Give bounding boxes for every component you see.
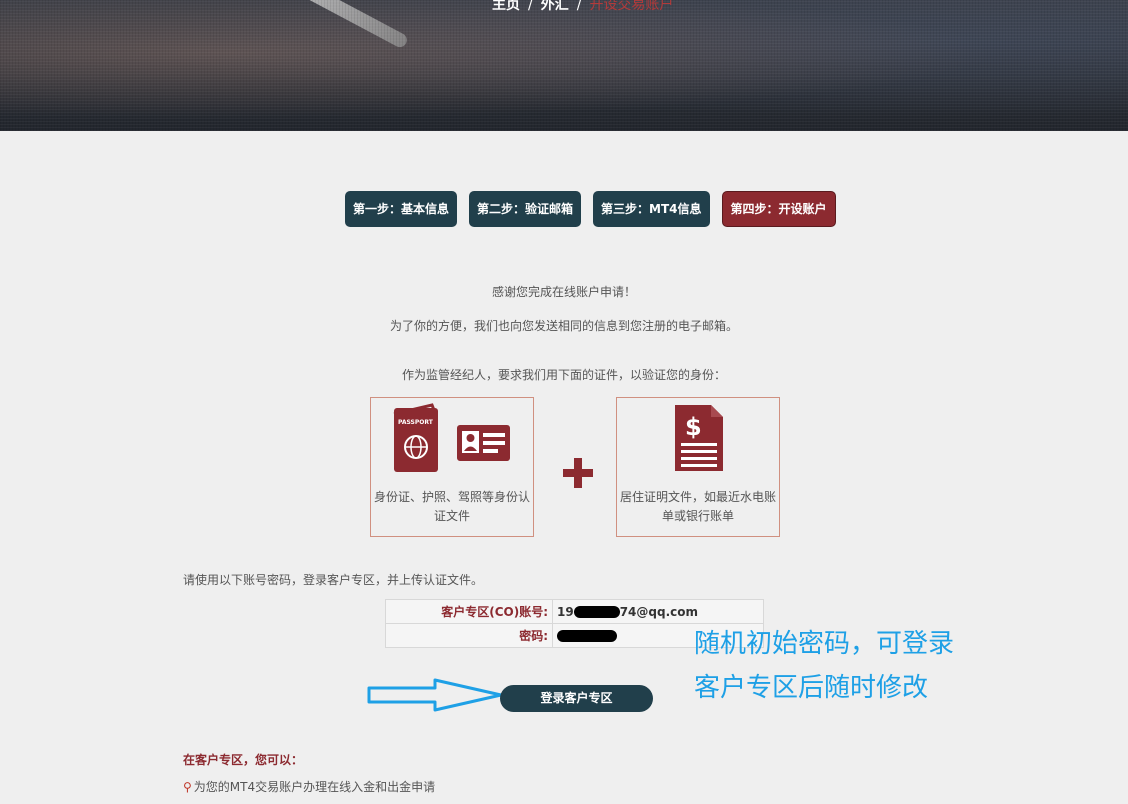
breadcrumb-home[interactable]: 主页 bbox=[492, 0, 520, 13]
thanks-message: 感谢您完成在线账户申请！ bbox=[491, 285, 636, 299]
redaction-mark bbox=[557, 630, 617, 642]
email-notice: 为了你的方便，我们也向您发送相同的信息到您注册的电子邮箱。 bbox=[389, 319, 738, 333]
map-pin-icon: ⚲ bbox=[183, 780, 192, 794]
step-4-active: 第四步：开设账户 bbox=[721, 191, 836, 227]
login-client-area-button[interactable]: 登录客户专区 bbox=[500, 685, 653, 712]
annotation-line-2: 客户专区后随时修改 bbox=[694, 673, 929, 703]
hero-pen-image bbox=[296, 0, 410, 50]
redaction-mark bbox=[573, 606, 620, 618]
breadcrumb-forex[interactable]: 外汇 bbox=[541, 0, 569, 13]
breadcrumb: 主页 / 外汇 / 开设交易账户 bbox=[492, 0, 673, 14]
identity-docs-caption: 身份证、护照、驾照等身份认证文件 bbox=[373, 490, 530, 523]
step-1: 第一步：基本信息 bbox=[345, 191, 458, 227]
hero-banner bbox=[0, 0, 1128, 131]
breadcrumb-current: 开设交易账户 bbox=[589, 0, 674, 13]
step-indicator: 第一步：基本信息 第二步：验证邮箱 第三步：MT4信息 第四步：开设账户 bbox=[345, 191, 836, 227]
account-prefix: 19 bbox=[557, 604, 574, 619]
id-requirement: 作为监管经纪人，要求我们用下面的证件，以验证您的身份： bbox=[401, 368, 726, 382]
address-docs-caption: 居住证明文件，如最近水电账单或银行账单 bbox=[619, 490, 776, 523]
identity-docs-box: PASSPORT 身份证、护照、驾照等身份认证文件 bbox=[370, 397, 534, 537]
passport-id-icon: PASSPORT bbox=[393, 403, 510, 472]
list-item: ⚲ 为您的MT4交易账户办理在线入金和出金申请 bbox=[183, 778, 435, 795]
account-value: 19 74@qq.com bbox=[552, 599, 764, 624]
login-hint: 请使用以下账号密码，登录客户专区，并上传认证文件。 bbox=[183, 573, 484, 587]
step-2: 第二步：验证邮箱 bbox=[469, 191, 582, 227]
address-docs-box: $ 居住证明文件，如最近水电账单或银行账单 bbox=[616, 397, 780, 537]
passport-label: PASSPORT bbox=[398, 419, 434, 426]
bill-document-icon: $ bbox=[675, 405, 723, 471]
plus-icon bbox=[563, 458, 593, 488]
table-row: 客户专区(CO)账号: 19 74@qq.com bbox=[385, 599, 764, 624]
svg-text:$: $ bbox=[685, 413, 702, 441]
step-3: 第三步：MT4信息 bbox=[593, 191, 710, 227]
annotation-line-1: 随机初始密码，可登录 bbox=[694, 629, 955, 659]
client-area-item-1: 为您的MT4交易账户办理在线入金和出金申请 bbox=[193, 780, 436, 794]
annotation-arrow-icon bbox=[367, 678, 503, 712]
client-area-title: 在客户专区，您可以： bbox=[183, 753, 304, 767]
account-label: 客户专区(CO)账号: bbox=[385, 599, 553, 624]
account-suffix: 74@qq.com bbox=[619, 604, 699, 619]
password-label: 密码: bbox=[385, 623, 553, 648]
